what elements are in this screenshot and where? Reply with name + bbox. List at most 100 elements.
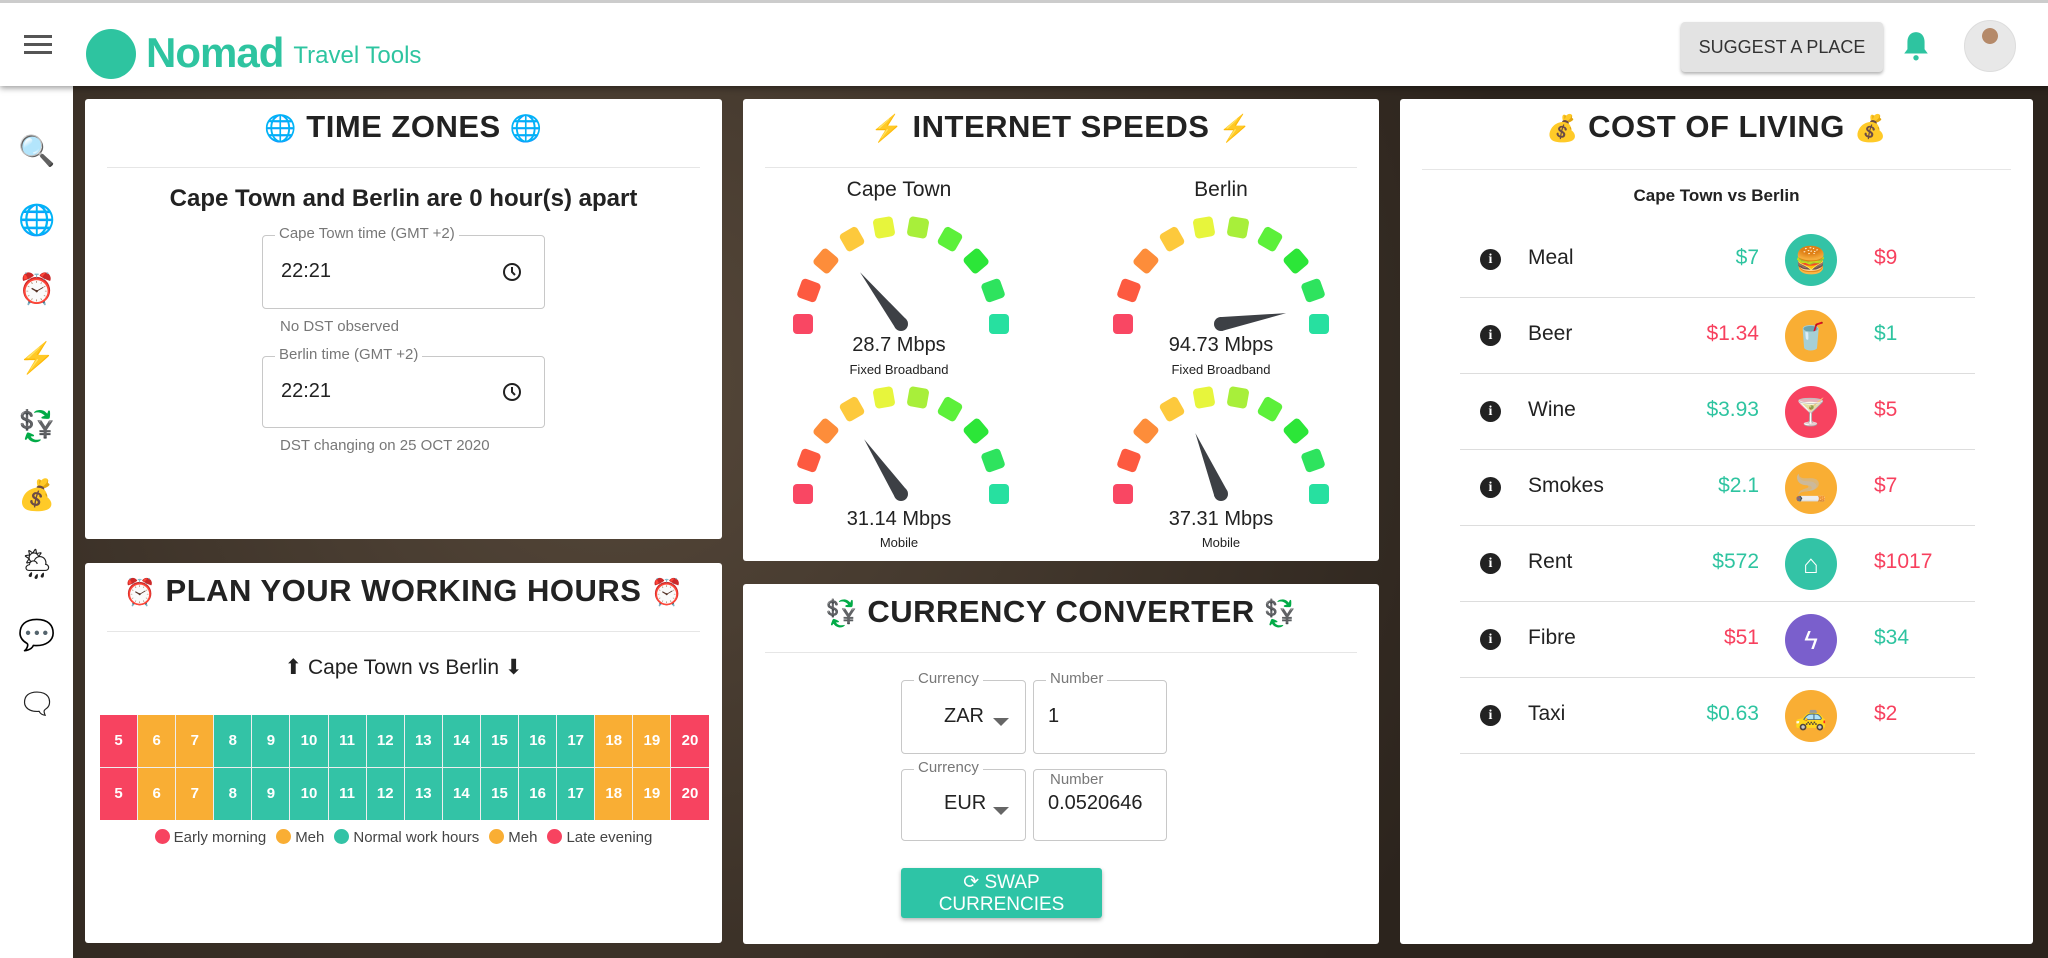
- sidebar-item-search[interactable]: 🔍: [18, 133, 56, 171]
- field-label: Number: [1046, 771, 1108, 788]
- info-icon[interactable]: i: [1480, 325, 1501, 346]
- cost-of-living-icon: 💰: [18, 479, 56, 512]
- cape-town-price: $0.63: [1706, 702, 1759, 725]
- field-value: 1: [1048, 705, 1060, 727]
- to-currency-select[interactable]: Currency EUR: [901, 759, 1026, 841]
- cost-row-rent: i Rent $572 ⌂ $1017: [1460, 526, 1975, 602]
- hour-cell: 15: [480, 768, 519, 820]
- to-amount-input[interactable]: Number 0.0520646: [1033, 769, 1167, 841]
- working-hours-card: ⏰ PLAN YOUR WORKING HOURS ⏰ ⬆ Cape Town …: [85, 563, 722, 943]
- hour-cell: 20: [671, 715, 709, 767]
- gauge-segment: [1133, 248, 1159, 274]
- home-icon: ⌂: [1785, 538, 1837, 590]
- cape-town-price: $1.34: [1706, 322, 1759, 345]
- gauge-segment: [1117, 448, 1141, 473]
- info-icon[interactable]: i: [1480, 705, 1501, 726]
- clock-icon[interactable]: [502, 382, 522, 402]
- hour-cell: 15: [480, 715, 519, 767]
- internet-speeds-card: ⚡ INTERNET SPEEDS ⚡ Cape Town Berlin 28.…: [743, 99, 1379, 561]
- gauge-value: 31.14 Mbps: [846, 508, 952, 530]
- cost-row-meal: i Meal $7 🍔 $9: [1460, 222, 1975, 298]
- gauge-segment: [1283, 248, 1309, 274]
- field-value: 22:21: [281, 260, 332, 282]
- field-label: Currency: [914, 759, 983, 776]
- hours-grid: 5 6 7 8 9 10 11 12 13 14 15 16 17 18 19 20 5 6 7 8 9 10 11 12 13…: [100, 715, 709, 820]
- item-name: Fibre: [1528, 626, 1576, 649]
- time-difference-summary: Cape Town and Berlin are 0 hour(s) apart: [169, 185, 638, 212]
- gauge-needle: [1219, 313, 1287, 331]
- berlin-time-input[interactable]: Berlin time (GMT +2) 22:21: [262, 346, 545, 428]
- hour-cell: 8: [214, 768, 252, 820]
- hour-cell: 7: [176, 715, 214, 767]
- hour-cell: 5: [100, 715, 138, 767]
- dropdown-arrow-icon: [993, 807, 1009, 815]
- alarm-clock-icon: ⏰: [123, 577, 157, 607]
- bell-icon[interactable]: [1903, 31, 1929, 61]
- cape-town-price: $51: [1723, 626, 1759, 649]
- hour-cell: 6: [138, 768, 176, 820]
- cost-of-living-title: 💰 COST OF LIVING 💰: [1400, 109, 2033, 145]
- gauge-segment: [1193, 216, 1215, 239]
- logo-name: Nomad: [146, 29, 284, 76]
- clock-icon[interactable]: [502, 262, 522, 282]
- from-currency-select[interactable]: Currency ZAR: [901, 670, 1026, 754]
- hour-cell: 14: [442, 715, 480, 767]
- user-avatar[interactable]: [1964, 20, 2016, 72]
- info-icon[interactable]: i: [1480, 249, 1501, 270]
- sidebar-item-weather[interactable]: 🌦: [18, 546, 56, 584]
- divider: [107, 631, 700, 632]
- field-value: 0.0520646: [1048, 792, 1143, 814]
- sidebar-item-comments[interactable]: 🗨: [18, 686, 56, 724]
- gauge-segment: [1113, 484, 1133, 504]
- berlin-price: $1017: [1874, 550, 1933, 573]
- sidebar-item-chat[interactable]: 💬: [18, 617, 56, 655]
- cape-town-time-input[interactable]: Cape Town time (GMT +2) 22:21: [262, 225, 545, 309]
- hour-cell: 19: [633, 715, 671, 767]
- hour-cell: 12: [366, 768, 404, 820]
- currency-converter-card: 💱 CURRENCY CONVERTER 💱 Currency ZAR Numb…: [743, 584, 1379, 944]
- refresh-icon: ⟳: [963, 871, 980, 893]
- currency-icon: 💱: [18, 410, 56, 443]
- field-label: Berlin time (GMT +2): [275, 346, 423, 363]
- sidebar-item-cost-of-living[interactable]: 💰: [18, 477, 56, 515]
- from-amount-input[interactable]: Number 1: [1033, 670, 1167, 754]
- sidebar: 🔍 🌐 ⏰ ⚡ 💱 💰 🌦 💬 🗨: [0, 86, 73, 958]
- time-zones-icon: 🌐: [18, 204, 56, 237]
- hours-subtitle: ⬆ Cape Town vs Berlin ⬇: [85, 655, 722, 680]
- hour-cell: 5: [100, 768, 138, 820]
- dst-note: DST changing on 25 OCT 2020: [280, 437, 490, 454]
- gauge-segment: [907, 386, 929, 409]
- legend-label: Early morning: [173, 829, 267, 846]
- sidebar-item-working-hours[interactable]: ⏰: [18, 271, 56, 309]
- cup-icon: 🥤: [1785, 310, 1837, 362]
- sidebar-item-currency[interactable]: 💱: [18, 408, 56, 446]
- cape-town-price: $3.93: [1706, 398, 1759, 421]
- legend-item: Late evening: [547, 829, 652, 846]
- hamburger-menu-icon[interactable]: [24, 35, 52, 55]
- logo[interactable]: Nomad Travel Tools: [82, 11, 421, 81]
- cape-town-price: $572: [1712, 550, 1759, 573]
- hour-cell: 11: [328, 768, 366, 820]
- info-icon[interactable]: i: [1480, 401, 1501, 422]
- berlin-price: $1: [1874, 322, 1898, 345]
- swap-currencies-button[interactable]: ⟳ SWAP CURRENCIES: [901, 868, 1102, 918]
- cape-town-price: $7: [1735, 246, 1759, 269]
- sidebar-item-internet-speeds[interactable]: ⚡: [18, 340, 56, 378]
- info-icon[interactable]: i: [1480, 553, 1501, 574]
- hour-cell: 16: [519, 768, 557, 820]
- cost-row-smokes: i Smokes $2.1 🚬 $7: [1460, 450, 1975, 526]
- gauge-segment: [963, 418, 989, 444]
- suggest-place-button[interactable]: SUGGEST A PLACE: [1681, 22, 1883, 72]
- gauge-label: Mobile: [1201, 535, 1241, 550]
- comments-icon: 🗨: [18, 688, 57, 721]
- legend-dot: [154, 829, 170, 844]
- sidebar-item-time-zones[interactable]: 🌐: [18, 202, 56, 240]
- speed-gauges: [793, 216, 1329, 504]
- search-icon: 🔍: [18, 135, 56, 168]
- logo-plane-globe-icon: [82, 19, 140, 81]
- info-icon[interactable]: i: [1480, 629, 1501, 650]
- gauge-segment: [937, 396, 963, 422]
- gauge-needle-hub: [894, 487, 908, 501]
- info-icon[interactable]: i: [1480, 477, 1501, 498]
- gauge-segment: [1159, 396, 1185, 422]
